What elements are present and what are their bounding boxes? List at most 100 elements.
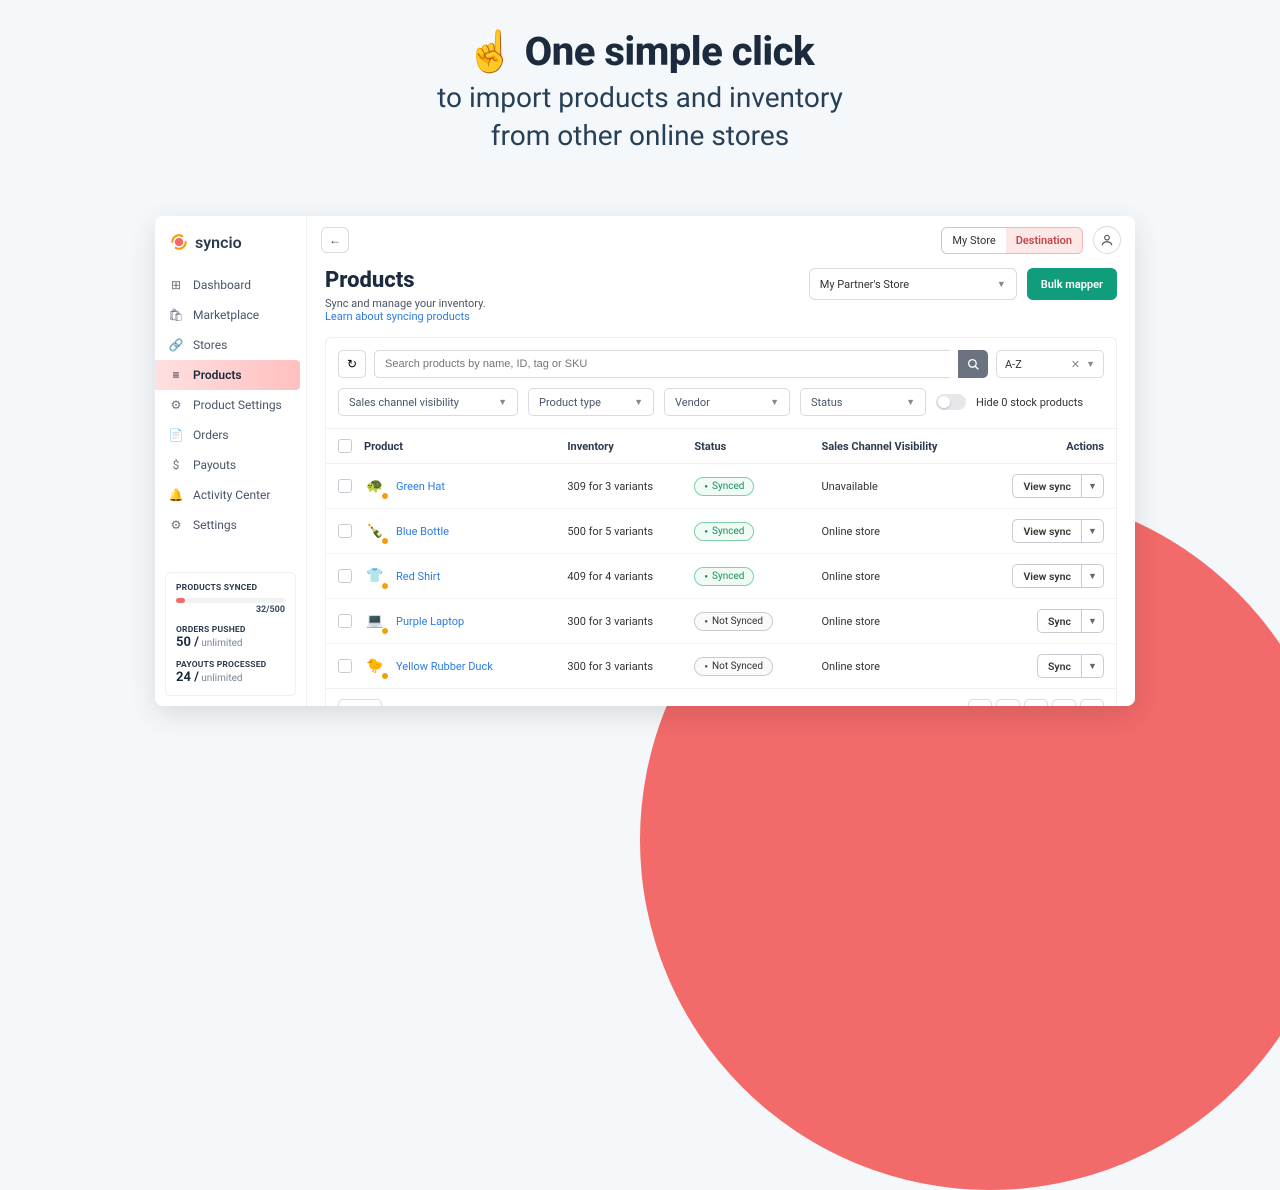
product-thumbnail: 🍾 <box>364 520 386 542</box>
hero-subtitle: to import products and inventory from ot… <box>0 79 1280 155</box>
inventory-cell: 409 for 4 variants <box>567 570 694 583</box>
visibility-cell: Online store <box>821 660 974 673</box>
logo-text: syncio <box>195 233 242 252</box>
stats-card: PRODUCTS SYNCED 32/500 ORDERS PUSHED 50 … <box>165 572 296 696</box>
sidebar-item-label: Activity Center <box>193 488 270 502</box>
row-checkbox[interactable] <box>338 479 352 493</box>
filter-status[interactable]: Status▼ <box>800 388 926 416</box>
sort-select[interactable]: A-Z ✕ ▼ <box>996 350 1104 378</box>
nav-icon: 🔗 <box>169 338 183 352</box>
nav-icon: $ <box>169 458 183 472</box>
filter-visibility[interactable]: Sales channel visibility▼ <box>338 388 518 416</box>
sidebar-item-products[interactable]: ≡Products <box>155 360 300 390</box>
table-row: 👕Red Shirt409 for 4 variantsSyncedOnline… <box>326 554 1116 599</box>
clear-icon[interactable]: ✕ <box>1071 358 1080 371</box>
hero-title: ☝️ One simple click <box>0 28 1280 75</box>
product-thumbnail: 💻 <box>364 610 386 632</box>
sidebar-item-dashboard[interactable]: ⊞Dashboard <box>155 270 306 300</box>
page-size-select[interactable]: 25 ▼ <box>338 699 382 706</box>
sidebar-item-product-settings[interactable]: ⚙ Product Settings <box>155 390 306 420</box>
nav-icon: 📄 <box>169 428 183 442</box>
header-status: Status <box>694 440 821 453</box>
row-action-button[interactable]: Sync <box>1037 609 1082 633</box>
sidebar-item-payouts[interactable]: $Payouts <box>155 450 306 480</box>
stats-synced-label: PRODUCTS SYNCED <box>176 583 285 593</box>
page-last[interactable]: ›| <box>1080 699 1104 706</box>
stats-progress-bar <box>176 598 285 603</box>
page-description: Sync and manage your inventory. <box>325 297 486 310</box>
sidebar-item-marketplace[interactable]: 🛍Marketplace <box>155 300 306 330</box>
logo: syncio <box>155 216 306 266</box>
row-checkbox[interactable] <box>338 614 352 628</box>
status-badge: Not Synced <box>694 612 773 631</box>
row-action-dropdown[interactable]: ▼ <box>1082 564 1104 588</box>
product-name-link[interactable]: Blue Bottle <box>396 525 449 538</box>
chevron-down-icon: ▼ <box>498 397 507 408</box>
status-badge: Synced <box>694 477 754 496</box>
product-name-link[interactable]: Purple Laptop <box>396 615 464 628</box>
page-prev[interactable]: ‹ <box>996 699 1020 706</box>
status-badge: Synced <box>694 567 754 586</box>
filter-vendor[interactable]: Vendor▼ <box>664 388 790 416</box>
status-badge: Not Synced <box>694 657 773 676</box>
chevron-down-icon: ▼ <box>634 397 643 408</box>
header-inventory: Inventory <box>567 440 694 453</box>
logo-icon <box>169 232 189 252</box>
sidebar: syncio ⊞Dashboard🛍Marketplace 🔗 Stores ≡Pro… <box>155 216 307 706</box>
hide-zero-stock-toggle[interactable] <box>936 394 966 410</box>
user-avatar[interactable] <box>1093 226 1121 254</box>
row-checkbox[interactable] <box>338 659 352 673</box>
refresh-button[interactable]: ↻ <box>338 350 366 378</box>
row-action-dropdown[interactable]: ▼ <box>1082 654 1104 678</box>
inventory-cell: 309 for 3 variants <box>567 480 694 493</box>
row-action-dropdown[interactable]: ▼ <box>1082 474 1104 498</box>
search-button[interactable] <box>958 350 988 378</box>
sidebar-item-settings[interactable]: ⚙Settings <box>155 510 306 540</box>
app-window: syncio ⊞Dashboard🛍Marketplace 🔗 Stores ≡Pro… <box>155 216 1135 706</box>
sidebar-item-orders[interactable]: 📄Orders <box>155 420 306 450</box>
sidebar-item-stores[interactable]: 🔗 Stores <box>155 330 306 360</box>
table-row: 💻Purple Laptop300 for 3 variantsNot Sync… <box>326 599 1116 644</box>
product-name-link[interactable]: Green Hat <box>396 480 445 493</box>
sidebar-item-activity-center[interactable]: 🔔Activity Center <box>155 480 306 510</box>
row-action-dropdown[interactable]: ▼ <box>1082 519 1104 543</box>
row-action-button[interactable]: Sync <box>1037 654 1082 678</box>
chevron-down-icon: ▼ <box>770 397 779 408</box>
page-next[interactable]: › <box>1052 699 1076 706</box>
page-current[interactable]: 1 <box>1024 699 1048 706</box>
inventory-cell: 500 for 5 variants <box>567 525 694 538</box>
row-action-button[interactable]: View sync <box>1012 474 1082 498</box>
page-title: Products <box>325 268 486 293</box>
page-first[interactable]: |‹ <box>968 699 992 706</box>
learn-link[interactable]: Learn about syncing products <box>325 310 486 323</box>
nav-icon: ⚙ <box>169 398 183 412</box>
header-visibility: Sales Channel Visibility <box>821 440 974 453</box>
filter-product-type[interactable]: Product type▼ <box>528 388 654 416</box>
visibility-cell: Online store <box>821 525 974 538</box>
product-thumbnail: 🐢 <box>364 475 386 497</box>
hide-zero-stock-label: Hide 0 stock products <box>976 396 1083 409</box>
segment-my-store[interactable]: My Store <box>942 228 1005 253</box>
row-action-button[interactable]: View sync <box>1012 519 1082 543</box>
segment-destination[interactable]: Destination <box>1006 228 1082 253</box>
product-name-link[interactable]: Red Shirt <box>396 570 440 583</box>
bulk-mapper-button[interactable]: Bulk mapper <box>1027 268 1117 300</box>
chevron-down-icon: ▼ <box>1086 359 1095 370</box>
row-checkbox[interactable] <box>338 569 352 583</box>
row-checkbox[interactable] <box>338 524 352 538</box>
row-action-dropdown[interactable]: ▼ <box>1082 609 1104 633</box>
back-button[interactable]: ← <box>321 227 349 253</box>
store-select[interactable]: My Partner's Store ▼ <box>809 268 1017 300</box>
search-input[interactable] <box>374 350 950 378</box>
table-row: 🍾Blue Bottle500 for 5 variantsSyncedOnli… <box>326 509 1116 554</box>
visibility-cell: Online store <box>821 615 974 628</box>
row-action-button[interactable]: View sync <box>1012 564 1082 588</box>
sidebar-item-label: Stores <box>193 338 227 352</box>
product-name-link[interactable]: Yellow Rubber Duck <box>396 660 493 673</box>
nav-icon: ⚙ <box>169 518 183 532</box>
sidebar-item-label: Marketplace <box>193 308 259 322</box>
sidebar-item-label: Product Settings <box>193 398 282 412</box>
visibility-cell: Online store <box>821 570 974 583</box>
select-all-checkbox[interactable] <box>338 439 352 453</box>
inventory-cell: 300 for 3 variants <box>567 660 694 673</box>
